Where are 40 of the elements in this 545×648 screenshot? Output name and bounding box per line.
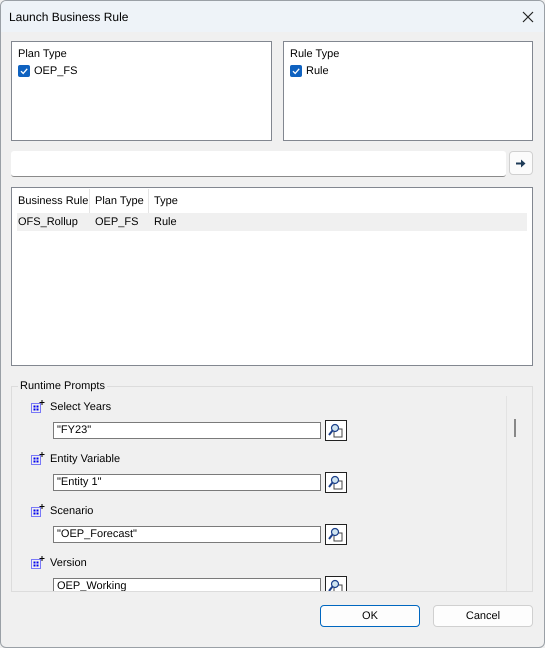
member-grid-icon xyxy=(31,452,45,466)
checkbox-label: Rule xyxy=(306,65,329,77)
magnifier-icon xyxy=(328,578,344,591)
cancel-button[interactable]: Cancel xyxy=(433,605,533,627)
go-button[interactable] xyxy=(509,151,533,175)
member-grid-icon xyxy=(31,504,45,518)
arrow-icon xyxy=(516,158,526,168)
member-selector-button[interactable] xyxy=(325,524,347,545)
table-cell-text: Rule xyxy=(153,215,178,230)
magnifier-icon xyxy=(328,422,344,438)
prompt-input-field[interactable]: "FY23" xyxy=(53,422,321,439)
member-selector-button[interactable] xyxy=(325,576,347,591)
list-heading: Rule Type xyxy=(290,48,340,60)
checkbox[interactable] xyxy=(290,65,302,77)
magnifier-icon xyxy=(328,474,344,490)
magnifier-icon xyxy=(328,526,344,542)
search-field[interactable] xyxy=(11,151,506,177)
list-heading: Plan Type xyxy=(18,48,68,60)
table-cell-text: OFS_Rollup xyxy=(17,215,79,230)
member-grid-icon xyxy=(31,556,45,570)
member-selector-button[interactable] xyxy=(325,472,347,493)
prompt-input-field[interactable]: "OEP_Forecast" xyxy=(53,526,321,543)
panel-heading: Runtime Prompts xyxy=(19,381,106,392)
table-row[interactable]: OFS_Rollup OEP_FS Rule xyxy=(17,213,527,231)
prompt-label: Entity Variable xyxy=(50,453,120,465)
prompt-label: Scenario xyxy=(50,505,94,517)
member-selector-button[interactable] xyxy=(325,420,347,441)
window-title: Launch Business Rule xyxy=(9,10,128,24)
close-icon[interactable] xyxy=(522,10,534,22)
prompt-input-field[interactable]: OEP_Working xyxy=(53,578,321,591)
column-header[interactable]: Type xyxy=(149,189,527,213)
scrollbar[interactable] xyxy=(506,396,516,591)
table-cell-text: OEP_FS xyxy=(94,215,140,230)
ok-button[interactable]: OK xyxy=(320,605,420,627)
checkbox-label: OEP_FS xyxy=(34,65,78,77)
checkbox[interactable] xyxy=(18,65,30,77)
member-grid-icon xyxy=(31,400,45,414)
prompt-label: Select Years xyxy=(50,401,112,413)
prompt-label: Version xyxy=(50,557,87,569)
prompt-input-field[interactable]: "Entity 1" xyxy=(53,474,321,491)
